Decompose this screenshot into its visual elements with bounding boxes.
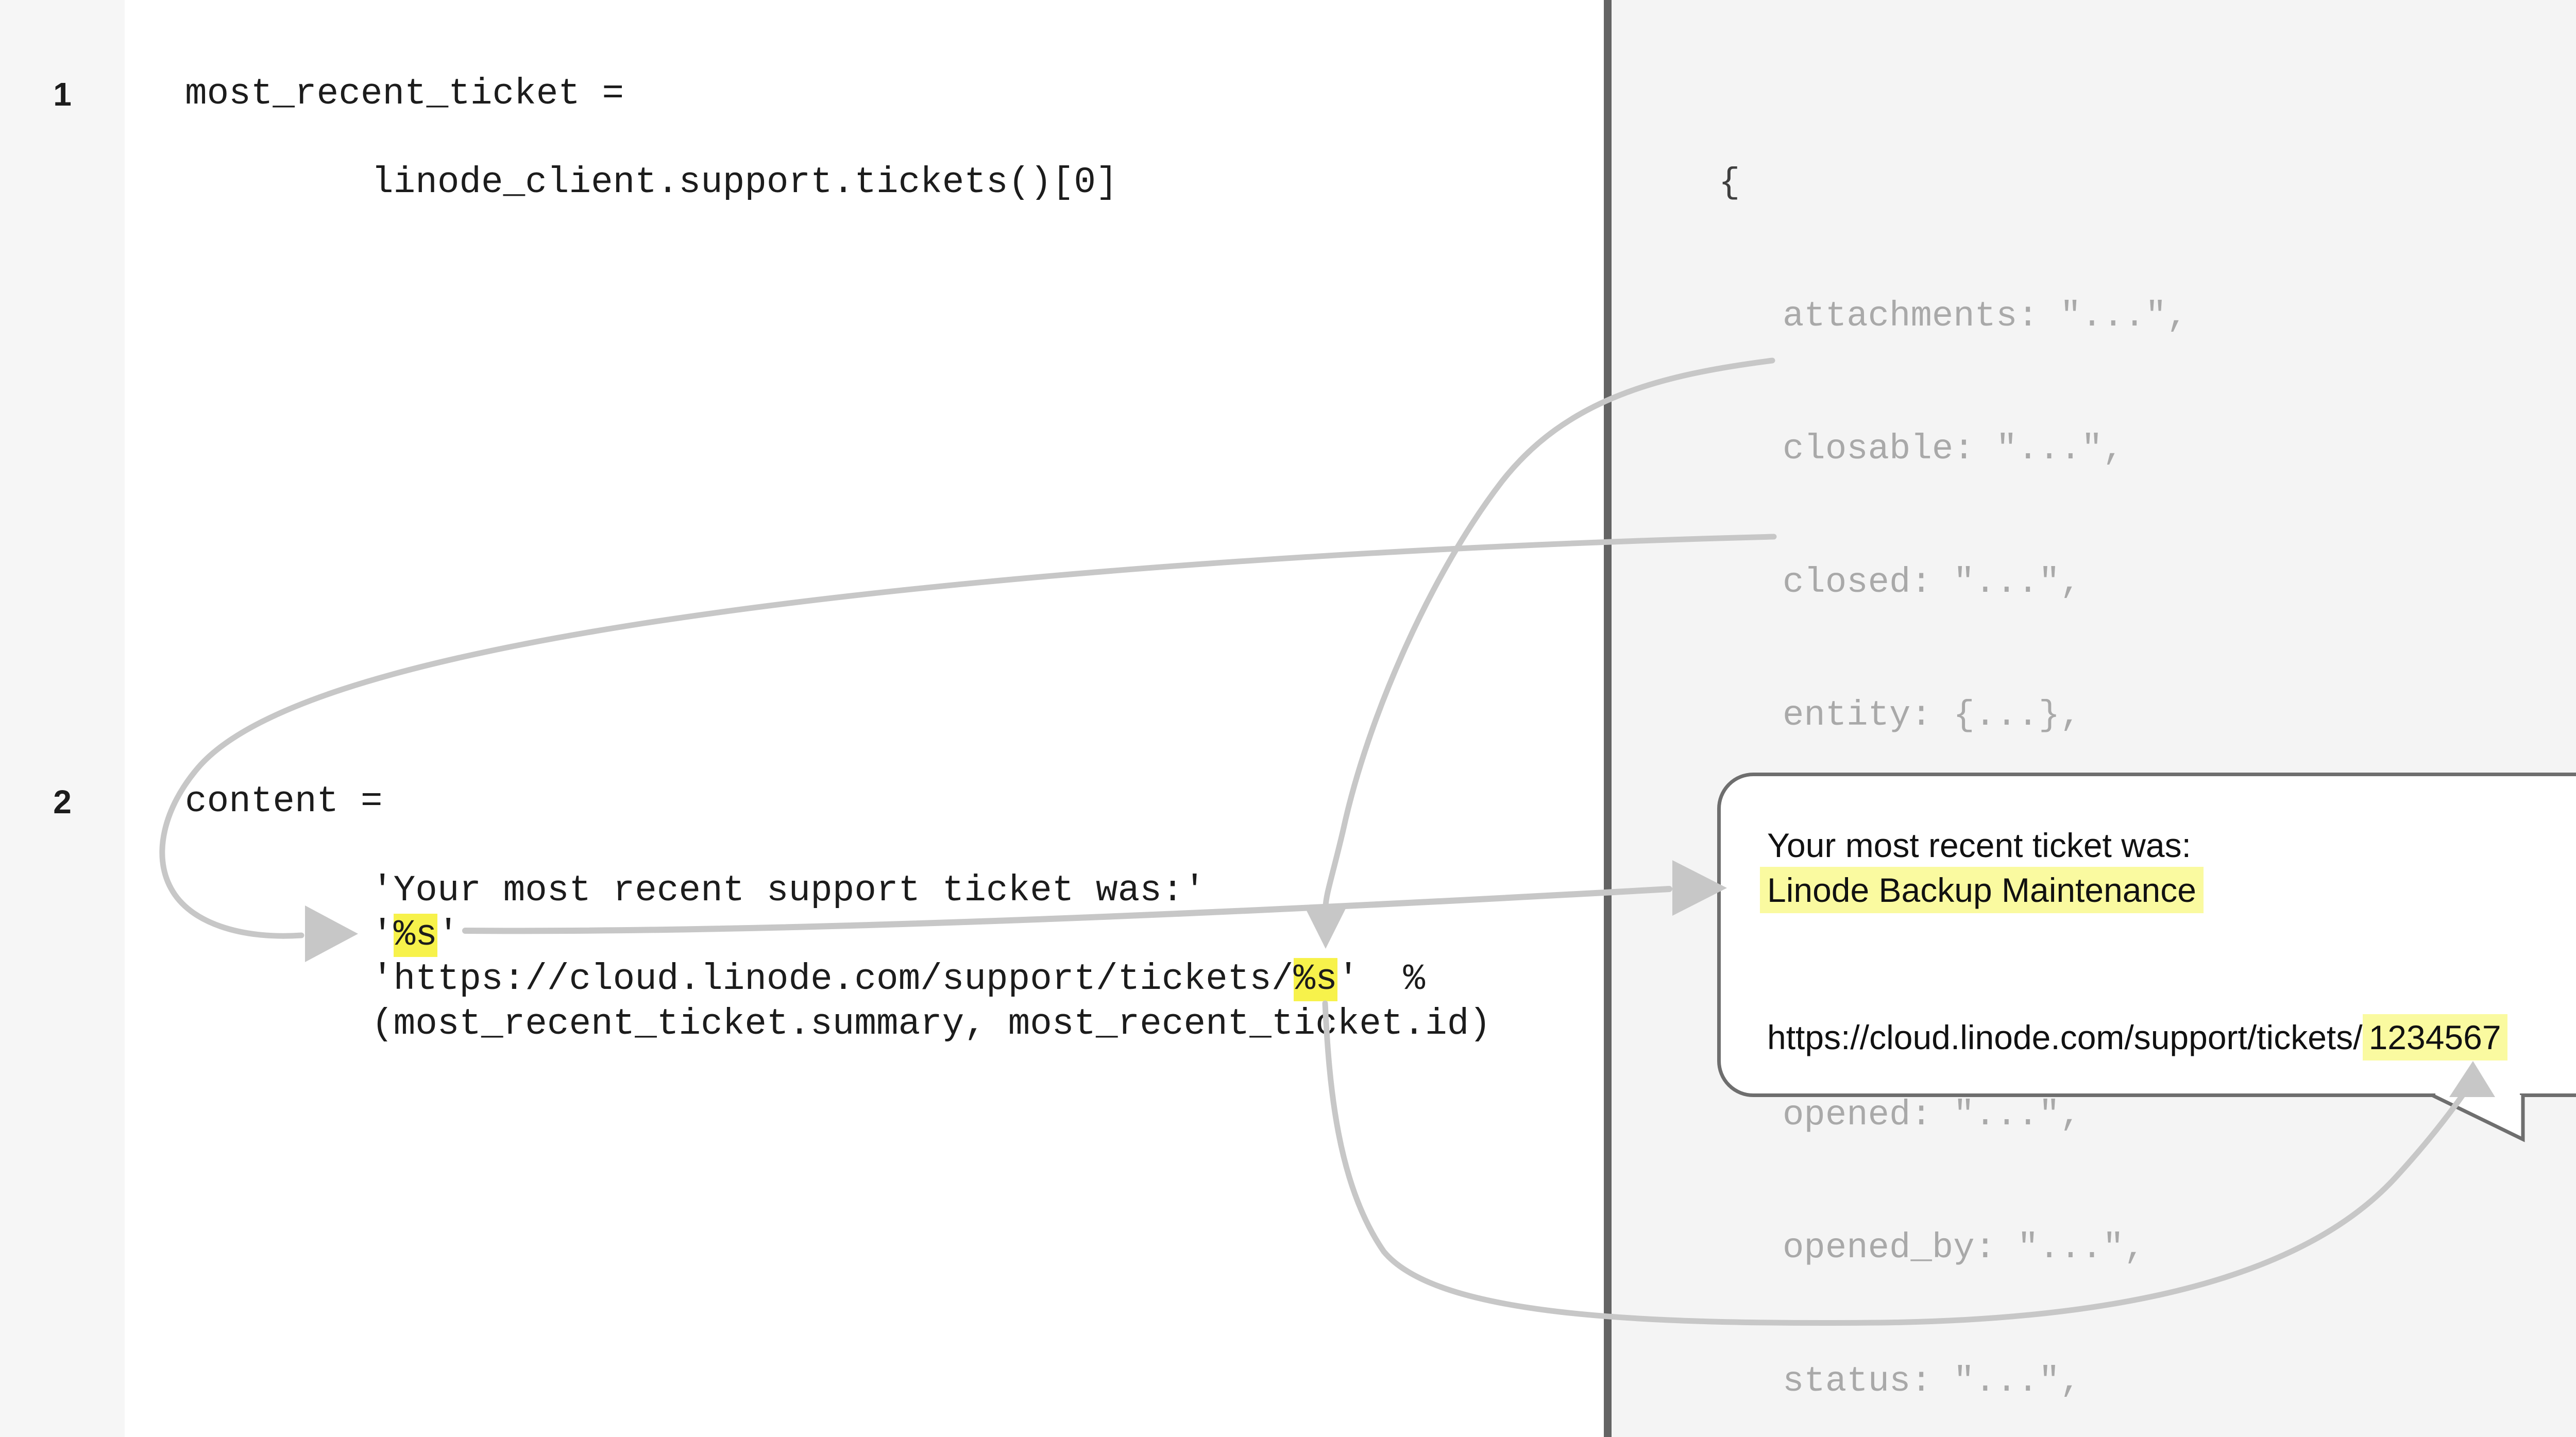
json-line-closable: closable: "...", bbox=[1719, 427, 2576, 471]
json-line-entity: entity: {...}, bbox=[1719, 693, 2576, 738]
code-line-content-assignment: content = bbox=[185, 780, 382, 824]
line-number-2: 2 bbox=[34, 780, 91, 824]
arrowhead-right-at-summary-placeholder bbox=[305, 905, 358, 962]
code-line-most-recent-ticket: most_recent_ticket = bbox=[185, 72, 624, 116]
code-line-format-tuple: (most_recent_ticket.summary, most_recent… bbox=[371, 1002, 1491, 1047]
code-string-summary-placeholder: '%s' bbox=[371, 913, 459, 957]
quote: ' bbox=[371, 915, 394, 956]
json-line-attachments: attachments: "...", bbox=[1719, 294, 2576, 338]
arrowhead-down-at-url-placeholder bbox=[1306, 909, 1346, 949]
json-open-brace: { bbox=[1719, 161, 2576, 205]
bubble-text-summary: Linode Backup Maintenance bbox=[1767, 867, 2204, 913]
bubble-text-intro: Your most recent ticket was: bbox=[1767, 822, 2191, 868]
line-number-1: 1 bbox=[34, 72, 91, 116]
diagram-stage: 1 2 most_recent_ticket = linode_client.s… bbox=[0, 0, 2576, 1437]
vertical-divider bbox=[1604, 0, 1612, 1437]
code-string-url-placeholder: 'https://cloud.linode.com/support/ticket… bbox=[371, 957, 1425, 1002]
url-string-suffix: ' % bbox=[1337, 959, 1425, 1000]
json-line-status: status: "...", bbox=[1719, 1359, 2576, 1404]
ticket-json-object: { attachments: "...", closable: "...", c… bbox=[1719, 72, 2576, 1437]
quote: ' bbox=[437, 915, 460, 956]
bubble-summary-highlight: Linode Backup Maintenance bbox=[1760, 867, 2204, 913]
placeholder-summary-highlight: %s bbox=[394, 914, 437, 957]
url-string-prefix: 'https://cloud.linode.com/support/ticket… bbox=[371, 959, 1294, 1000]
code-string-ticket-was: 'Your most recent support ticket was:' bbox=[371, 869, 1206, 913]
line-number-gutter bbox=[0, 0, 125, 1437]
bubble-text-url: https://cloud.linode.com/support/tickets… bbox=[1767, 1014, 2507, 1060]
bubble-url-prefix: https://cloud.linode.com/support/tickets… bbox=[1767, 1018, 2363, 1056]
bubble-ticket-id-highlight: 1234567 bbox=[2363, 1014, 2507, 1060]
json-line-opened: opened: "...", bbox=[1719, 1093, 2576, 1137]
placeholder-id-highlight: %s bbox=[1294, 958, 1337, 1001]
code-line-linode-client-call: linode_client.support.tickets()[0] bbox=[371, 161, 1118, 205]
json-line-closed: closed: "...", bbox=[1719, 560, 2576, 605]
json-line-opened-by: opened_by: "...", bbox=[1719, 1226, 2576, 1270]
